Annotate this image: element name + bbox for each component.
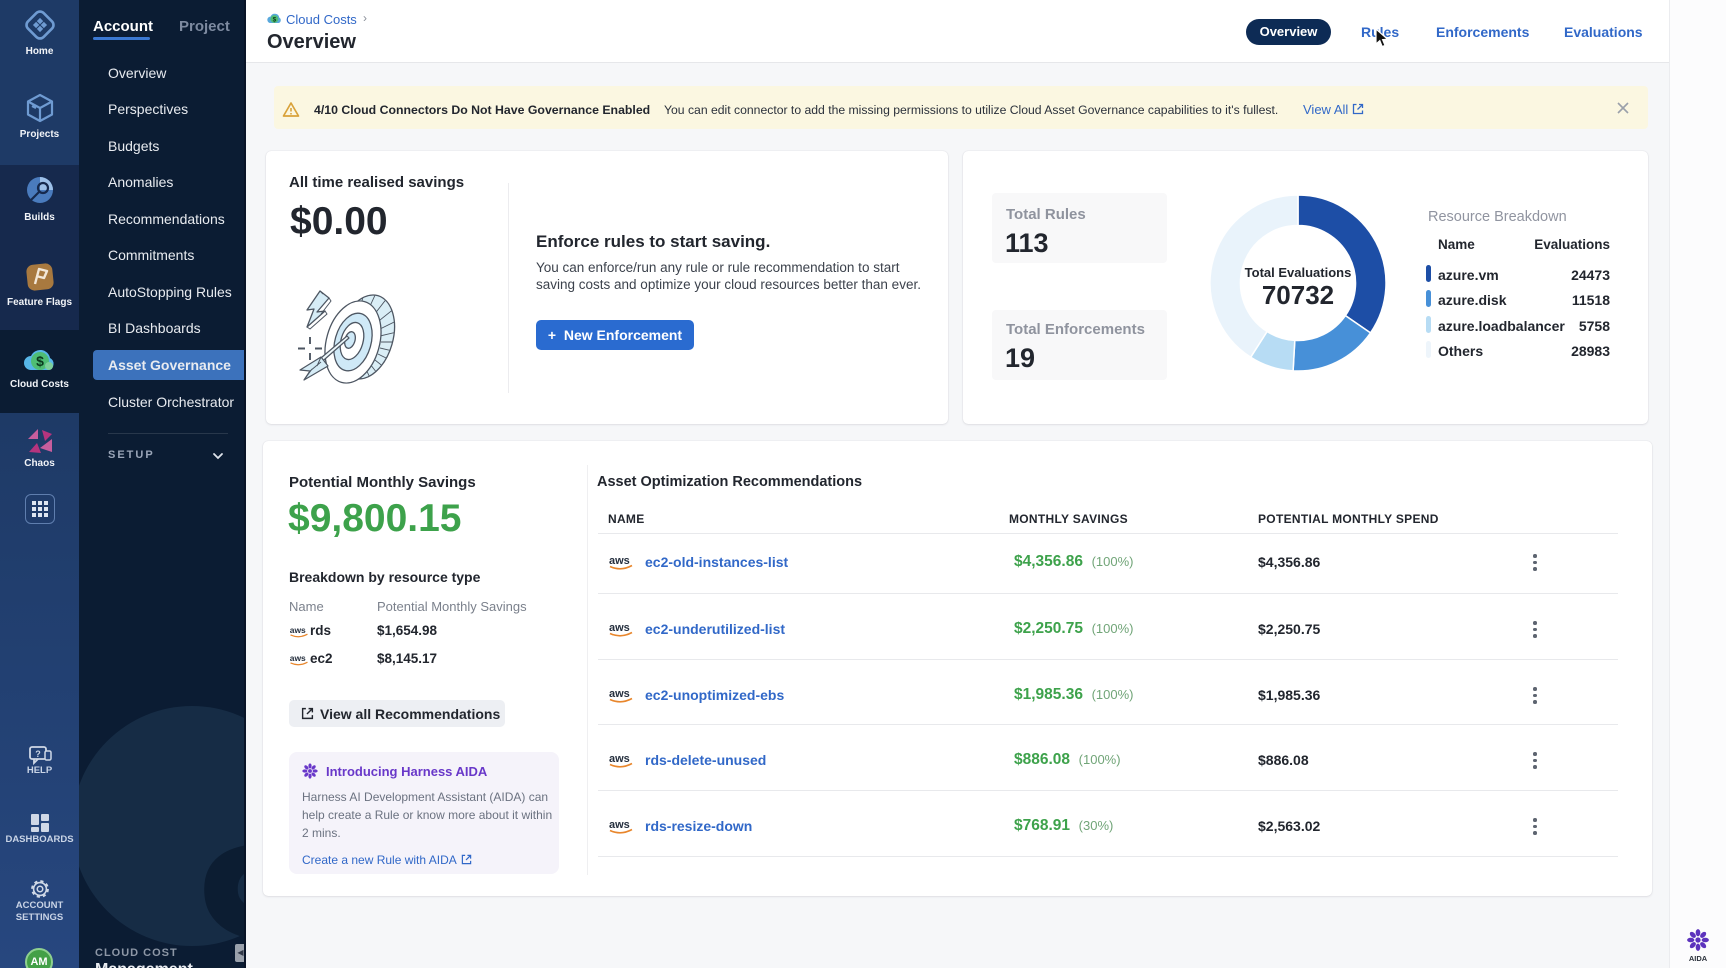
svg-text:aws: aws [609, 688, 630, 700]
svg-text:$: $ [273, 16, 277, 23]
svg-text:aws: aws [609, 819, 630, 831]
svg-text:aws: aws [609, 622, 630, 634]
svg-text:aws: aws [290, 653, 306, 663]
svg-text:$: $ [36, 353, 44, 369]
svg-text:?: ? [35, 749, 41, 759]
svg-text:aws: aws [609, 753, 630, 765]
svg-text:aws: aws [609, 555, 630, 567]
svg-text:aws: aws [290, 625, 306, 635]
